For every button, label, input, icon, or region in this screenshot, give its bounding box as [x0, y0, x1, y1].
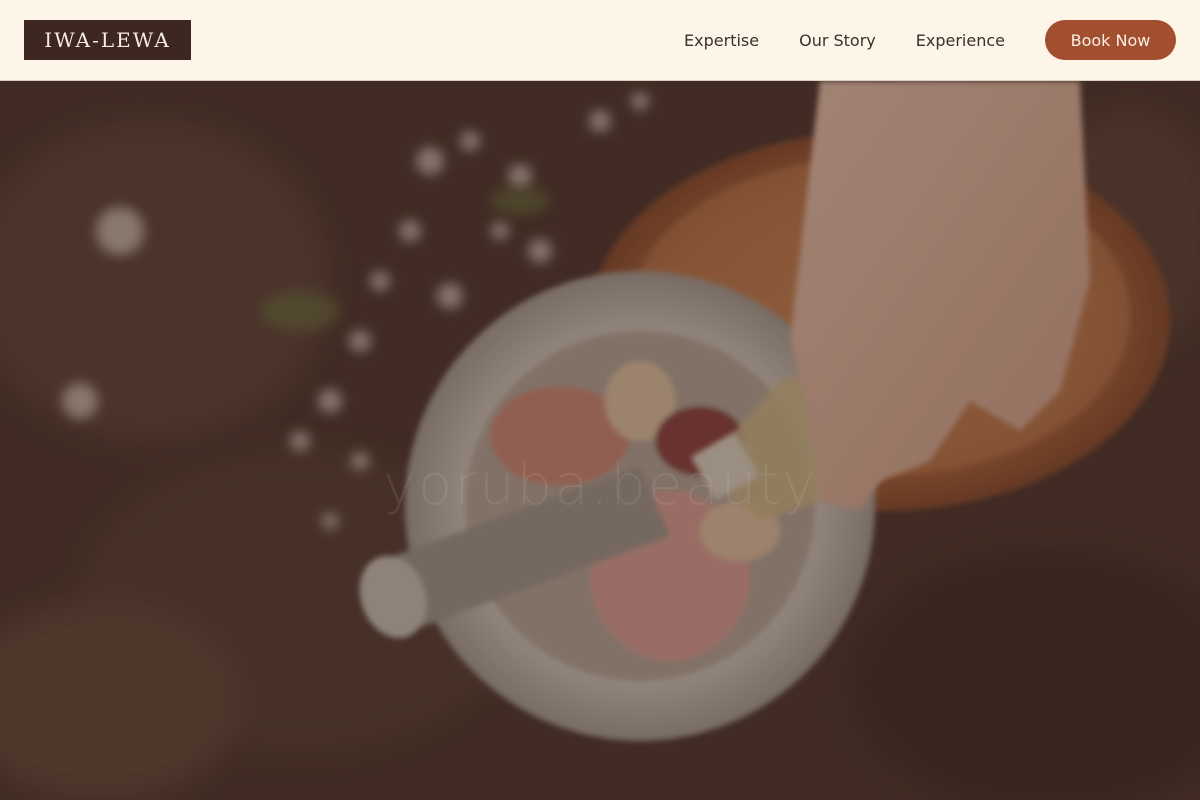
main-nav: Expertise Our Story Experience Book Now — [684, 20, 1176, 60]
brand-logo-text: IWA-LEWA — [44, 28, 171, 52]
site-header: IWA-LEWA Expertise Our Story Experience … — [0, 0, 1200, 81]
hero-section: yoruba.beauty — [0, 81, 1200, 800]
book-now-button[interactable]: Book Now — [1045, 20, 1176, 60]
hero-overlay — [0, 81, 1200, 800]
nav-link-experience[interactable]: Experience — [916, 31, 1005, 50]
nav-link-expertise[interactable]: Expertise — [684, 31, 759, 50]
nav-link-our-story[interactable]: Our Story — [799, 31, 876, 50]
hero-watermark: yoruba.beauty — [382, 453, 818, 518]
brand-logo[interactable]: IWA-LEWA — [24, 20, 191, 60]
